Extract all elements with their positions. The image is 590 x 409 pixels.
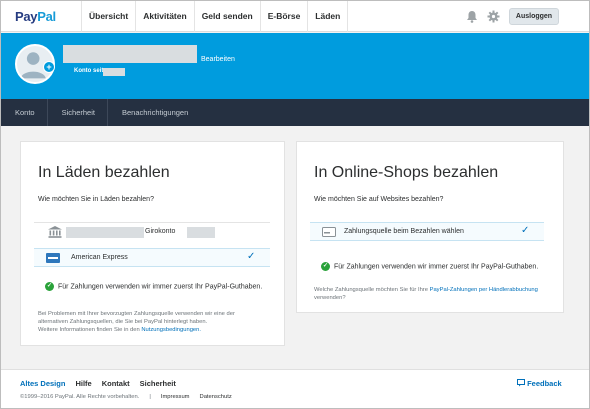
paypal-logo[interactable]: PayPal: [15, 9, 56, 24]
settings-subnav: Konto Sicherheit Benachrichtigungen: [1, 99, 589, 126]
tab-notifications[interactable]: Benachrichtigungen: [108, 99, 200, 126]
pay-in-stores-card: In Läden bezahlen Wie möchten Sie in Läd…: [20, 141, 285, 346]
nav-item-overview[interactable]: Übersicht: [81, 1, 135, 32]
pay-online-card: In Online-Shops bezahlen Wie möchten Sie…: [296, 141, 564, 313]
footer: Altes Design Hilfe Kontakt Sicherheit Fe…: [1, 369, 589, 408]
success-icon: ✓: [45, 282, 54, 291]
terms-link[interactable]: Nutzungsbedingungen.: [141, 327, 201, 333]
top-navigation: PayPal Übersicht Aktivitäten Geld senden…: [1, 1, 589, 32]
add-photo-icon[interactable]: +: [43, 61, 55, 73]
account-since-label: Konto seit: [74, 68, 104, 74]
gear-icon[interactable]: [487, 10, 500, 23]
card-title: In Läden bezahlen: [38, 164, 170, 181]
account-since-redacted: [103, 68, 125, 76]
choose-at-checkout-row[interactable]: Zahlungsquelle beim Bezahlen wählen ✓: [310, 222, 544, 241]
bank-number-redacted: [187, 227, 215, 238]
fallback-note: Bei Problemen mit Ihrer bevorzugten Zahl…: [38, 311, 235, 333]
nav-item-send-money[interactable]: Geld senden: [193, 1, 260, 32]
nav-item-wallet[interactable]: E-Börse: [259, 1, 308, 32]
copyright-text: ©1999–2016 PayPal. Alle Rechte vorbehalt…: [20, 394, 140, 400]
main-nav: Übersicht Aktivitäten Geld senden E-Börs…: [81, 1, 349, 32]
old-design-link[interactable]: Altes Design: [20, 379, 65, 388]
bank-name-redacted: [66, 227, 144, 238]
security-link[interactable]: Sicherheit: [140, 379, 176, 388]
feedback-button[interactable]: Feedback: [517, 379, 562, 388]
paypal-window: PayPal Übersicht Aktivitäten Geld senden…: [0, 0, 590, 409]
bank-account-label: Girokonto: [145, 228, 176, 235]
amex-label: American Express: [71, 254, 128, 261]
tab-security[interactable]: Sicherheit: [48, 99, 108, 126]
help-link[interactable]: Hilfe: [75, 379, 91, 388]
amex-card-icon: [46, 253, 60, 263]
bank-account-row[interactable]: Girokonto: [34, 222, 270, 241]
footer-separator: |: [149, 394, 151, 400]
footer-legal: ©1999–2016 PayPal. Alle Rechte vorbehalt…: [20, 394, 232, 400]
merchant-billing-note: Welche Zahlungsquelle möchten Sie für Ih…: [314, 287, 538, 301]
tab-account[interactable]: Konto: [1, 99, 48, 126]
card-question: Wie möchten Sie in Läden bezahlen?: [38, 196, 154, 203]
nav-item-shops[interactable]: Läden: [307, 1, 349, 32]
bell-icon[interactable]: [466, 10, 478, 23]
privacy-link[interactable]: Datenschutz: [200, 394, 232, 400]
nav-item-activity[interactable]: Aktivitäten: [135, 1, 193, 32]
check-icon: ✓: [247, 251, 256, 262]
contact-link[interactable]: Kontakt: [102, 379, 130, 388]
amex-row[interactable]: American Express ✓: [34, 248, 270, 267]
merchant-billing-link[interactable]: PayPal-Zahlungen per Händlerabbuchung: [430, 287, 538, 293]
edit-profile-link[interactable]: Bearbeiten: [201, 56, 235, 63]
account-name-redacted: [63, 45, 197, 63]
impressum-link[interactable]: Impressum: [161, 394, 190, 400]
balance-info: ✓ Für Zahlungen verwenden wir immer zuers…: [321, 262, 539, 271]
card-outline-icon: [322, 227, 336, 237]
success-icon: ✓: [321, 262, 330, 271]
logout-button[interactable]: Ausloggen: [509, 8, 559, 25]
footer-links: Altes Design Hilfe Kontakt Sicherheit: [20, 379, 176, 388]
choose-source-label: Zahlungsquelle beim Bezahlen wählen: [344, 228, 464, 235]
balance-info: ✓ Für Zahlungen verwenden wir immer zuers…: [45, 282, 263, 291]
card-title: In Online-Shops bezahlen: [314, 164, 499, 181]
feedback-icon: [517, 379, 525, 387]
card-question: Wie möchten Sie auf Websites bezahlen?: [314, 196, 444, 203]
check-icon: ✓: [521, 225, 530, 236]
profile-header: + Bearbeiten Konto seit: [1, 33, 589, 99]
bank-icon: [48, 226, 62, 238]
